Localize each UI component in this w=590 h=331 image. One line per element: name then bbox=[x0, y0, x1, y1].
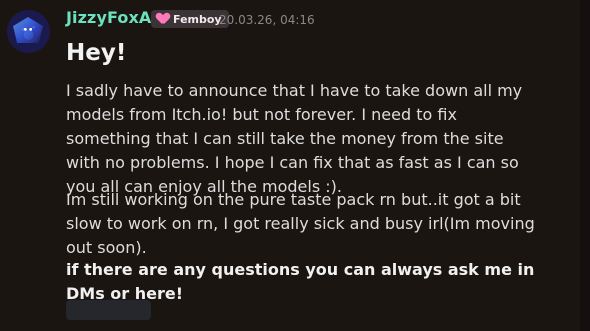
heart-icon bbox=[157, 13, 169, 25]
chat-window: JizzyFoxAD Femboy 20.03.26, 04:16 Hey! I… bbox=[0, 0, 590, 331]
badge-label: Femboy bbox=[173, 12, 222, 26]
username[interactable]: JizzyFoxAD bbox=[66, 8, 165, 27]
timestamp: 20.03.26, 04:16 bbox=[219, 13, 315, 27]
attachment-preview[interactable] bbox=[66, 300, 151, 320]
message-paragraph-1: I sadly have to announce that I have to … bbox=[66, 81, 523, 196]
side-scroll-area bbox=[580, 0, 590, 331]
user-badge: Femboy bbox=[151, 10, 229, 28]
message-paragraph-2: Im still working on the pure taste pack … bbox=[66, 190, 535, 257]
avatar[interactable] bbox=[7, 10, 50, 53]
message-card: JizzyFoxAD Femboy 20.03.26, 04:16 Hey! I… bbox=[0, 0, 581, 331]
message-title: Hey! bbox=[66, 40, 127, 66]
message-paragraph-3: if there are any questions you can alway… bbox=[66, 260, 535, 303]
